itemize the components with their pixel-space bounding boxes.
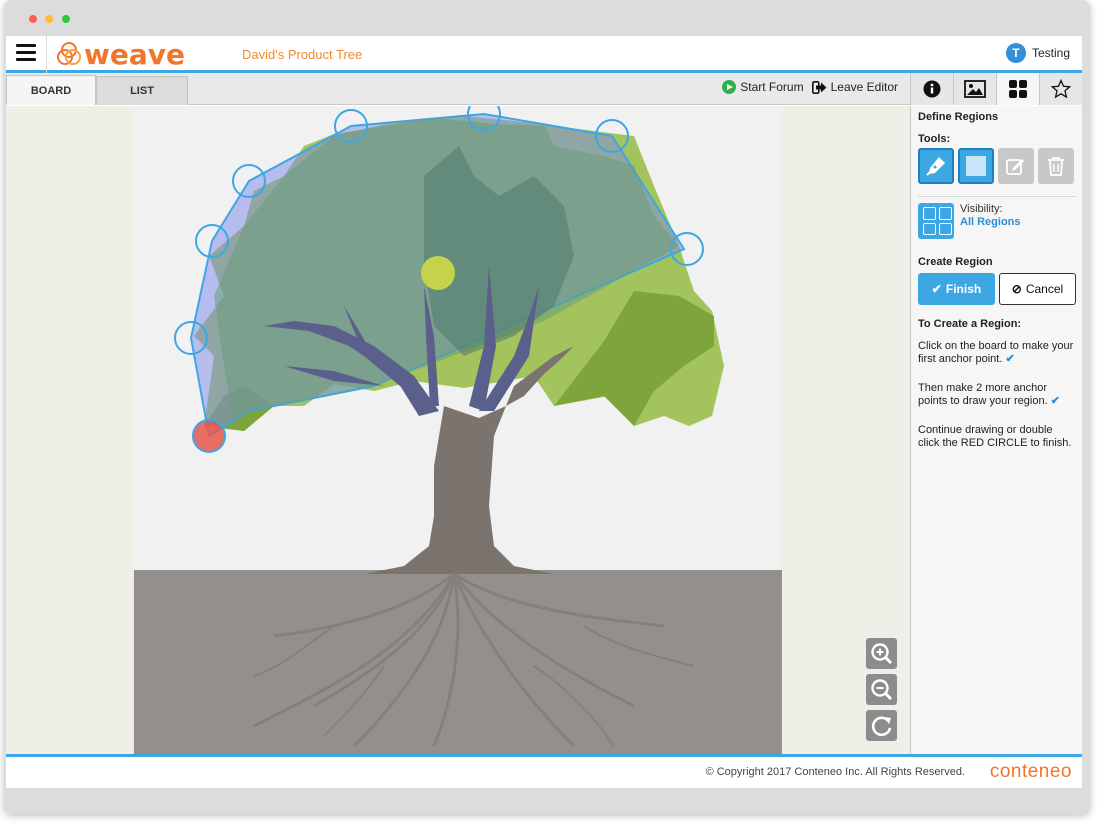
regions-grid-icon <box>1009 80 1027 98</box>
maximize-window-button[interactable] <box>62 15 70 23</box>
create-region-label: Create Region <box>918 256 993 268</box>
tab-board[interactable]: BOARD <box>6 75 96 105</box>
step-2-check-icon: ✔ <box>1050 395 1060 407</box>
user-menu[interactable]: T Testing <box>1005 43 1070 63</box>
info-icon <box>923 80 941 98</box>
panel-divider <box>918 196 1076 197</box>
edit-tool-button[interactable] <box>998 148 1034 184</box>
avatar: T <box>1005 43 1026 63</box>
start-forum-button[interactable]: Start Forum <box>722 80 804 94</box>
instruction-step-1-text: Click on the board to make your first an… <box>918 340 1074 365</box>
visibility-value[interactable]: All Regions <box>960 216 1021 228</box>
delete-tool-button[interactable] <box>1038 148 1074 184</box>
leave-editor-button[interactable]: Leave Editor <box>811 80 898 94</box>
zoom-out-icon <box>870 678 892 700</box>
weave-logo[interactable]: weave <box>56 37 185 71</box>
board-canvas[interactable] <box>6 106 910 754</box>
close-window-button[interactable] <box>29 15 37 23</box>
edit-icon <box>1006 159 1024 175</box>
visibility-control[interactable]: Visibility: All Regions <box>918 203 1021 239</box>
how-to-title: To Create a Region: <box>918 318 1022 330</box>
instruction-step-1: Click on the board to make your first an… <box>918 340 1076 366</box>
board-toolbar: BOARD LIST Start Forum Leave Editor <box>6 73 910 105</box>
tools-label: Tools: <box>918 133 951 145</box>
pen-tool-button[interactable] <box>918 148 954 184</box>
visibility-grid-icon[interactable] <box>918 203 954 239</box>
board-title: David's Product Tree <box>242 47 363 62</box>
image-icon <box>964 80 986 98</box>
visibility-label: Visibility: <box>960 203 1003 215</box>
copyright-text: © Copyright 2017 Conteneo Inc. All Right… <box>705 766 965 778</box>
finish-label: Finish <box>945 282 982 296</box>
app-header: weave David's Product Tree T Testing <box>6 36 1082 73</box>
reset-zoom-button[interactable] <box>866 710 897 741</box>
instruction-step-3: Continue drawing or double click the RED… <box>918 424 1076 450</box>
side-panel-tabs <box>910 73 1082 105</box>
define-regions-panel: Define Regions Tools: Visibility: All Re… <box>910 106 1082 754</box>
panel-title: Define Regions <box>918 111 999 123</box>
cancel-button[interactable]: ⊘ Cancel <box>999 273 1076 305</box>
app-footer: © Copyright 2017 Conteneo Inc. All Right… <box>6 754 1082 788</box>
check-icon: ✔ <box>931 282 942 296</box>
instruction-step-2: Then make 2 more anchor points to draw y… <box>918 382 1076 408</box>
trash-icon <box>1048 157 1064 176</box>
weave-logo-icon <box>57 42 81 65</box>
tab-favorites[interactable] <box>1039 73 1082 105</box>
start-forum-label: Start Forum <box>740 80 804 94</box>
header-divider <box>46 36 47 73</box>
finish-button[interactable]: ✔ Finish <box>918 273 995 305</box>
minimize-window-button[interactable] <box>45 15 53 23</box>
pen-icon <box>926 157 945 176</box>
tools-row <box>918 148 1074 184</box>
user-name: Testing <box>1031 46 1070 60</box>
instruction-step-3-text: Continue drawing or double click the RED… <box>918 424 1072 449</box>
conteneo-logo[interactable]: conteneo <box>990 761 1072 783</box>
logo-text: weave <box>84 37 185 71</box>
instruction-step-2-text: Then make 2 more anchor points to draw y… <box>918 382 1048 407</box>
toolbar-actions: Start Forum Leave Editor <box>722 80 898 94</box>
board-image[interactable] <box>134 106 782 754</box>
zoom-in-icon <box>870 642 892 664</box>
exit-icon <box>811 80 827 94</box>
tab-image[interactable] <box>953 73 996 105</box>
step-1-check-icon: ✔ <box>1005 353 1015 365</box>
star-icon <box>1051 79 1071 99</box>
play-icon <box>722 80 737 94</box>
tree-illustration <box>174 106 724 748</box>
zoom-out-button[interactable] <box>866 674 897 705</box>
zoom-in-button[interactable] <box>866 638 897 669</box>
app-window: weave David's Product Tree T Testing BOA… <box>4 0 1090 814</box>
rectangle-icon <box>966 156 986 176</box>
cancel-label: Cancel <box>1025 282 1064 296</box>
menu-icon[interactable] <box>16 44 36 62</box>
create-region-buttons: ✔ Finish ⊘ Cancel <box>918 273 1076 305</box>
reset-icon <box>871 716 891 736</box>
leave-editor-label: Leave Editor <box>830 80 898 94</box>
rectangle-tool-button[interactable] <box>958 148 994 184</box>
cancel-icon: ⊘ <box>1011 282 1022 296</box>
tab-info[interactable] <box>910 73 953 105</box>
tab-list[interactable]: LIST <box>96 76 188 105</box>
tab-regions[interactable] <box>996 73 1039 105</box>
app-root: weave David's Product Tree T Testing BOA… <box>6 36 1082 788</box>
